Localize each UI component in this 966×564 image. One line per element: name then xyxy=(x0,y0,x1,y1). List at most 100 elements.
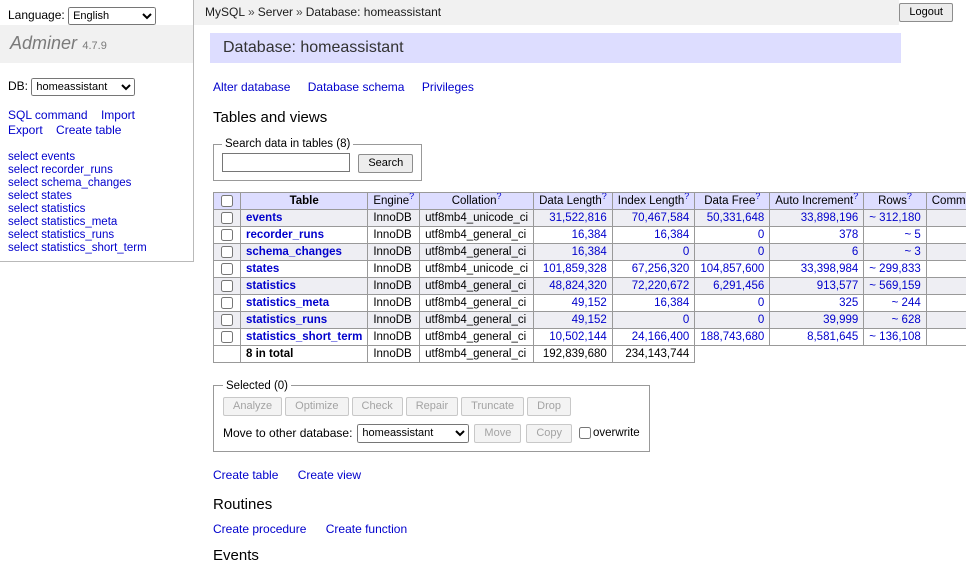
sidebar-table-link[interactable]: select schema_changes xyxy=(8,177,185,190)
copy-button[interactable]: Copy xyxy=(526,424,572,443)
sidebar-table-link[interactable]: select statistics_short_term xyxy=(8,242,185,255)
data-length-link[interactable]: 16,384 xyxy=(572,246,607,258)
data-length-link[interactable]: 48,824,320 xyxy=(549,280,607,292)
data-free-link[interactable]: 0 xyxy=(758,246,764,258)
auto-increment-link[interactable]: 913,577 xyxy=(817,280,859,292)
sidebar-action-link[interactable]: Create table xyxy=(56,123,121,137)
sidebar-table-link[interactable]: select states xyxy=(8,190,185,203)
help-link[interactable]: ? xyxy=(409,192,414,201)
index-length-link[interactable]: 0 xyxy=(683,314,689,326)
data-free-link[interactable]: 50,331,648 xyxy=(707,212,765,224)
row-checkbox[interactable] xyxy=(221,263,233,275)
row-checkbox[interactable] xyxy=(221,212,233,224)
move-button[interactable]: Move xyxy=(474,424,521,443)
auto-increment-link[interactable]: 325 xyxy=(839,297,858,309)
truncate-button[interactable]: Truncate xyxy=(461,397,524,416)
check-button[interactable]: Check xyxy=(352,397,403,416)
data-free-link[interactable]: 0 xyxy=(758,229,764,241)
rows-count-link[interactable]: ~ 312,180 xyxy=(869,212,920,224)
data-free-link[interactable]: 104,857,600 xyxy=(700,263,764,275)
create-link[interactable]: Create function xyxy=(326,522,407,536)
rows-count-link[interactable]: ~ 136,108 xyxy=(869,331,920,343)
optimize-button[interactable]: Optimize xyxy=(285,397,348,416)
create-link[interactable]: Create table xyxy=(213,468,278,482)
language-select[interactable]: English xyxy=(68,7,156,25)
rows-count-link[interactable]: ~ 5 xyxy=(904,229,920,241)
index-length-link[interactable]: 16,384 xyxy=(654,297,689,309)
index-length-link[interactable]: 72,220,672 xyxy=(632,280,690,292)
data-free-link[interactable]: 6,291,456 xyxy=(713,280,764,292)
auto-increment-link[interactable]: 378 xyxy=(839,229,858,241)
help-link[interactable]: ? xyxy=(496,192,501,201)
table-name-link[interactable]: states xyxy=(246,263,279,275)
search-button[interactable]: Search xyxy=(358,154,413,173)
sidebar-table-link[interactable]: select statistics_meta xyxy=(8,216,185,229)
rows-count-link[interactable]: ~ 244 xyxy=(892,297,921,309)
data-length-link[interactable]: 101,859,328 xyxy=(543,263,607,275)
sidebar-action-link[interactable]: SQL command xyxy=(8,108,88,122)
db-action-link[interactable]: Database schema xyxy=(308,80,405,94)
auto-increment-link[interactable]: 39,999 xyxy=(823,314,858,326)
row-checkbox[interactable] xyxy=(221,229,233,241)
create-link[interactable]: Create view xyxy=(298,468,361,482)
data-free-link[interactable]: 188,743,680 xyxy=(700,331,764,343)
sidebar-action-link[interactable]: Import xyxy=(101,108,135,122)
search-input[interactable] xyxy=(222,153,350,172)
index-length-link[interactable]: 67,256,320 xyxy=(632,263,690,275)
overwrite-checkbox[interactable] xyxy=(579,427,591,439)
sidebar-action-link[interactable]: Export xyxy=(8,123,43,137)
data-length-link[interactable]: 31,522,816 xyxy=(549,212,607,224)
drop-button[interactable]: Drop xyxy=(527,397,571,416)
table-name-link[interactable]: statistics_meta xyxy=(246,297,329,309)
table-name-link[interactable]: statistics_short_term xyxy=(246,331,362,343)
data-length-link[interactable]: 49,152 xyxy=(572,297,607,309)
db-select[interactable]: homeassistant xyxy=(31,78,135,96)
data-free-link[interactable]: 0 xyxy=(758,297,764,309)
logout-button[interactable]: Logout xyxy=(899,3,953,22)
row-checkbox[interactable] xyxy=(221,314,233,326)
breadcrumb-link[interactable]: MySQL xyxy=(205,5,245,19)
repair-button[interactable]: Repair xyxy=(406,397,458,416)
help-link[interactable]: ? xyxy=(755,192,760,201)
auto-increment-link[interactable]: 8,581,645 xyxy=(807,331,858,343)
table-name-link[interactable]: schema_changes xyxy=(246,246,342,258)
db-action-link[interactable]: Privileges xyxy=(422,80,474,94)
data-length-link[interactable]: 10,502,144 xyxy=(549,331,607,343)
sidebar-table-link[interactable]: select events xyxy=(8,151,185,164)
data-length-link[interactable]: 49,152 xyxy=(572,314,607,326)
index-length-link[interactable]: 70,467,584 xyxy=(632,212,690,224)
rows-count-link[interactable]: ~ 628 xyxy=(892,314,921,326)
move-db-select[interactable]: homeassistant xyxy=(357,424,469,443)
select-all-checkbox[interactable] xyxy=(221,195,233,207)
analyze-button[interactable]: Analyze xyxy=(223,397,282,416)
help-link[interactable]: ? xyxy=(602,192,607,201)
db-action-link[interactable]: Alter database xyxy=(213,80,290,94)
rows-count-link[interactable]: ~ 569,159 xyxy=(869,280,920,292)
rows-count-link[interactable]: ~ 299,833 xyxy=(869,263,920,275)
help-link[interactable]: ? xyxy=(853,192,858,201)
table-name-link[interactable]: statistics xyxy=(246,280,296,292)
index-length-link[interactable]: 24,166,400 xyxy=(632,331,690,343)
rows-count-link[interactable]: ~ 3 xyxy=(904,246,920,258)
table-name-link[interactable]: events xyxy=(246,212,282,224)
breadcrumb-link[interactable]: Server xyxy=(258,5,293,19)
index-length-link[interactable]: 16,384 xyxy=(654,229,689,241)
row-checkbox[interactable] xyxy=(221,246,233,258)
row-checkbox[interactable] xyxy=(221,331,233,343)
row-checkbox[interactable] xyxy=(221,297,233,309)
auto-increment-link[interactable]: 6 xyxy=(852,246,858,258)
index-length-link[interactable]: 0 xyxy=(683,246,689,258)
sidebar-table-link[interactable]: select statistics xyxy=(8,203,185,216)
auto-increment-link[interactable]: 33,898,196 xyxy=(801,212,859,224)
help-link[interactable]: ? xyxy=(907,192,912,201)
help-link[interactable]: ? xyxy=(684,192,689,201)
auto-increment-link[interactable]: 33,398,984 xyxy=(801,263,859,275)
sidebar-table-link[interactable]: select statistics_runs xyxy=(8,229,185,242)
table-name-link[interactable]: recorder_runs xyxy=(246,229,324,241)
create-link[interactable]: Create procedure xyxy=(213,522,306,536)
sidebar-table-link[interactable]: select recorder_runs xyxy=(8,164,185,177)
row-checkbox[interactable] xyxy=(221,280,233,292)
data-free-link[interactable]: 0 xyxy=(758,314,764,326)
data-length-link[interactable]: 16,384 xyxy=(572,229,607,241)
table-name-link[interactable]: statistics_runs xyxy=(246,314,327,326)
